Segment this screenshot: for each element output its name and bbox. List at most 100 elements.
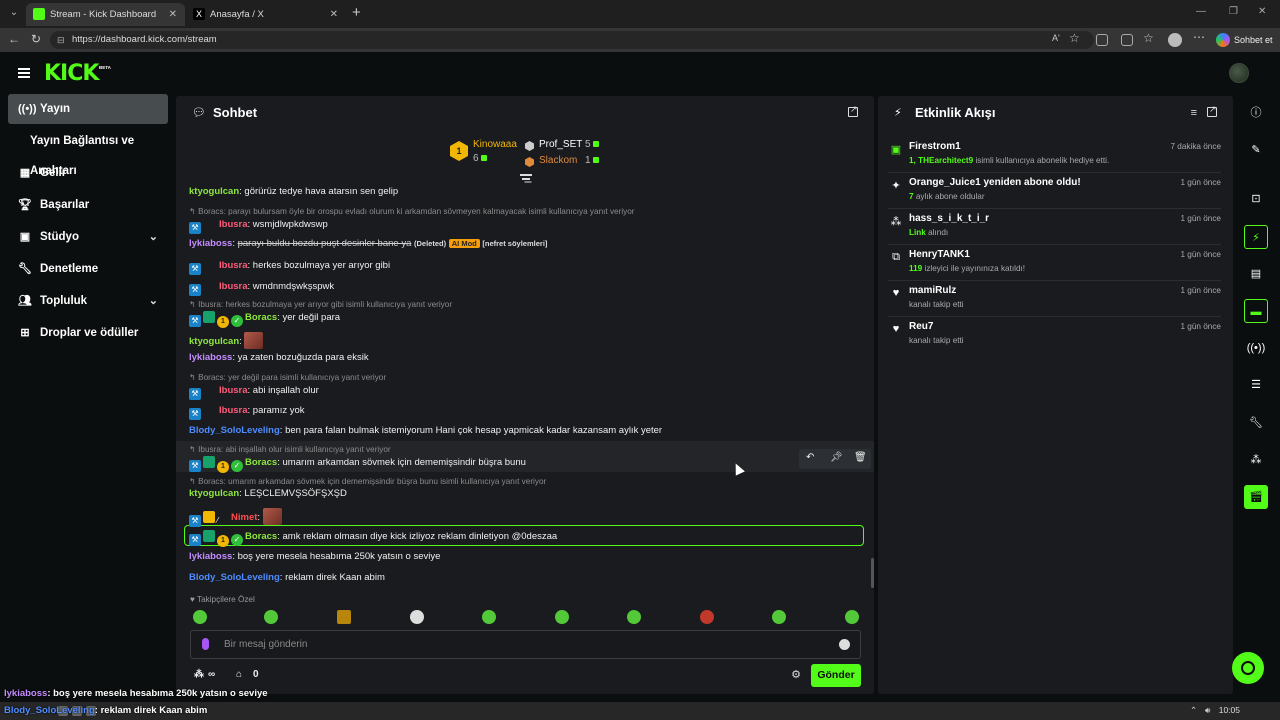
chat-message[interactable]: ⚒ 1 ✓ Boracs: yer değil para [189,311,861,328]
profile-avatar[interactable] [1168,33,1182,47]
emote-button[interactable] [627,610,641,624]
chat-message[interactable]: Blody_SoloLeveling: reklam direk Kaan ab… [189,572,861,583]
emote-button[interactable] [410,610,424,624]
user-avatar[interactable] [1229,63,1249,83]
reply-context[interactable]: ↰ Ibusra: herkes bozulmaya yer arıyor gi… [189,299,452,309]
notes-icon[interactable]: ▤ [1244,262,1268,286]
volume-icon[interactable]: 🔊︎ [1205,705,1210,716]
sidebar-item-studio[interactable]: ▣ Stüdyo ⌄ [8,222,168,252]
tray-icon[interactable]: ⌃ [1190,705,1197,716]
chat-message-deleted[interactable]: lykiaboss: parayı buldu bozdu puşt desin… [189,238,861,249]
support-headset-button[interactable] [1232,652,1264,684]
broadcast-icon[interactable]: ((•)) [1244,336,1268,360]
filter-list-icon[interactable]: ≡ [1191,107,1197,119]
chat-username[interactable]: ktyogulcan [189,488,239,499]
emote-button[interactable] [482,610,496,624]
chat-username[interactable]: lykiaboss [189,551,232,562]
activity-event[interactable]: ⁂ hass_s_i_k_t_i_r Link alındı 1 gün önc… [888,209,1221,245]
edit-icon[interactable]: ✎ [1244,138,1268,162]
chat-message[interactable]: Blody_SoloLeveling: ben para falan bulma… [189,425,861,436]
close-tab-icon[interactable]: ✕ [330,3,338,26]
clock[interactable]: 10:05 [1219,705,1240,715]
emote-button[interactable] [772,610,786,624]
activity-lightning-icon[interactable]: ⚡︎ [1244,225,1268,249]
chat-username[interactable]: lykiaboss [189,352,232,363]
drops-icon[interactable]: ⁂ [1244,448,1268,472]
microphone-icon[interactable] [202,638,209,650]
chat-username[interactable]: Ibusra [219,219,248,230]
back-icon[interactable]: ← [8,32,20,46]
extension-icon[interactable] [1096,34,1108,46]
chat-username[interactable]: Ibusra [219,260,248,271]
chat-message[interactable]: ⚒ Ibusra: herkes bozulmaya yer arıyor gib… [189,259,861,275]
chat-username[interactable]: Boracs [245,457,277,468]
emote-button[interactable] [845,610,859,624]
chat-username[interactable]: Nimet [231,512,257,523]
wrench-icon[interactable]: 🔧︎ [1244,411,1268,435]
browser-essentials-icon[interactable] [1121,34,1133,46]
url-field[interactable]: ⊟ https://dashboard.kick.com/stream [50,31,1094,49]
chat-username[interactable]: Boracs [245,531,277,542]
site-info-icon[interactable]: ⊟ [57,31,65,49]
sidebar-item-revenue[interactable]: ▦ Gelir [8,158,168,188]
chat-username[interactable]: Blody_SoloLeveling [189,425,280,436]
popout-icon[interactable] [848,104,858,117]
chat-input[interactable]: Bir mesaj gönderin [190,630,861,659]
clapperboard-icon[interactable]: 🎬︎ [1244,485,1268,509]
layers-icon[interactable]: ☰ [1244,373,1268,397]
sidebar-item-moderation[interactable]: 🔧︎ Denetleme [8,254,168,284]
pin-icon[interactable]: 📌︎ [830,452,843,463]
sidebar-item-achievements[interactable]: 🏆︎ Başarılar [8,190,168,220]
chat-scrollbar[interactable] [871,558,874,588]
reply-context[interactable]: ↰ Ibusra: abi inşallah olur isimli kulla… [189,444,391,454]
sidebar-item-stream[interactable]: ((•)) Yayın [8,94,168,124]
chat-icon[interactable]: ▬ [1244,299,1268,323]
emote-button[interactable] [193,610,207,624]
activity-event[interactable]: ⧉ HenryTANK1 119 izleyici ile yayınınıza… [888,245,1221,281]
filter-icon[interactable] [520,174,532,182]
tab-kick-dashboard[interactable]: Stream - Kick Dashboard ✕ [26,3,185,26]
activity-event[interactable]: ♥ Reu7 kanalı takip etti 1 gün önce [888,317,1221,353]
chat-message[interactable]: ⚒ Ibusra: abi inşallah olur [189,384,861,400]
info-icon[interactable]: ⓘ [1244,101,1268,125]
favorites-icon[interactable]: ☆ [1143,31,1154,45]
chat-message[interactable]: ktyogulcan: görürüz tedye hava atarsın s… [189,186,861,197]
channel-points-icon[interactable]: ⁂ [194,669,204,680]
more-menu-icon[interactable]: ⋯ [1193,30,1205,44]
kick-logo[interactable]: KICK [44,61,99,86]
emote-button[interactable] [700,610,714,624]
chat-username[interactable]: ktyogulcan [189,186,239,197]
close-window-icon[interactable]: ✕ [1258,6,1266,17]
popout-icon[interactable] [1207,104,1217,117]
copilot-button[interactable]: Sohbet et [1212,31,1279,49]
activity-event[interactable]: ✦ Orange_Juice1 yeniden abone oldu! 7 ay… [888,173,1221,209]
send-button[interactable]: Gönder [811,664,861,687]
read-aloud-icon[interactable]: Aʹ [1052,33,1060,43]
emote-button[interactable] [337,610,351,624]
activity-event[interactable]: ▣ Firestrom1 1, THEarchitect9 isimli kul… [888,137,1221,173]
delete-icon[interactable]: 🗑︎ [854,452,867,463]
emote-button[interactable] [264,610,278,624]
chat-username[interactable]: lykiaboss [189,238,232,249]
chat-username[interactable]: Blody_SoloLeveling [189,572,280,583]
chat-message-highlighted[interactable]: ⚒ 1 ✓ Boracs: amk reklam olmasın diye kick … [189,530,861,547]
new-tab-icon[interactable]: + [352,4,361,21]
chat-username[interactable]: Ibusra [219,385,248,396]
minimize-icon[interactable]: — [1196,6,1206,17]
chat-settings-icon[interactable]: ⚙ [791,668,801,681]
hamburger-menu-icon[interactable] [18,68,30,78]
emoji-picker-icon[interactable] [839,639,850,650]
chat-username[interactable]: Ibusra [219,281,248,292]
reply-context[interactable]: ↰ Boracs: yer değil para isimli kullanıc… [189,372,386,382]
reply-icon[interactable]: ↶ [806,452,814,463]
chat-message[interactable]: ⚒ ⁄ Nimet: [189,508,861,528]
activity-event[interactable]: ♥ mamiRulz kanalı takip etti 1 gün önce [888,281,1221,317]
chat-username[interactable]: Boracs [245,312,277,323]
close-tab-icon[interactable]: ✕ [169,3,177,26]
chat-message[interactable]: ⚒ Ibusra: wsmjdlwpkdwswp [189,218,861,234]
emote-button[interactable] [555,610,569,624]
tab-x-home[interactable]: X Anasayfa / X ✕ [186,3,346,26]
maximize-icon[interactable]: ❐ [1229,6,1238,17]
chat-message[interactable]: ktyogulcan: [189,332,861,349]
chat-username[interactable]: ktyogulcan [189,336,239,347]
